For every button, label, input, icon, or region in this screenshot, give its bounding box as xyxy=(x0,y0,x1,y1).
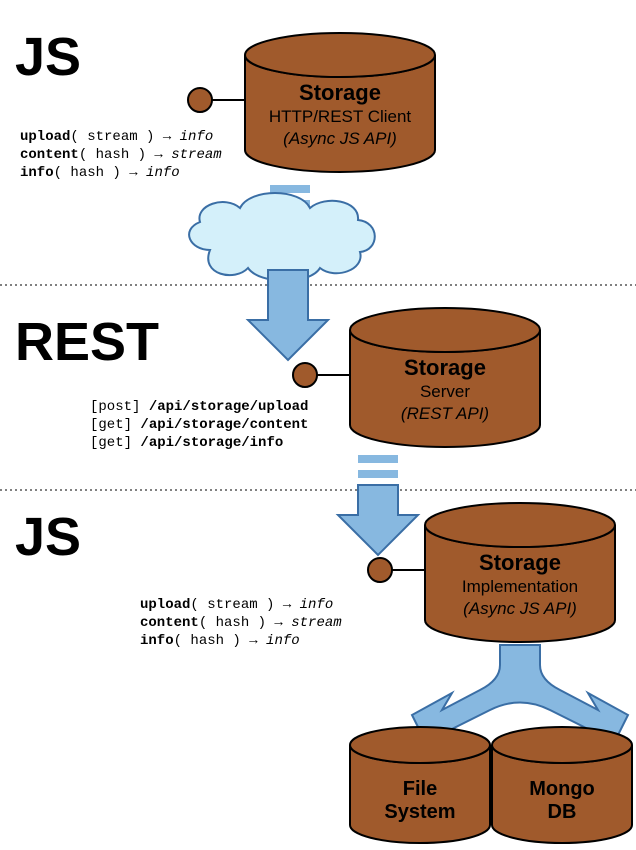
server-sub: Server xyxy=(420,382,470,401)
cylinder-server: Storage Server (REST API) xyxy=(350,308,540,447)
jsapi-top-row-0: upload( stream ) → info xyxy=(20,129,213,145)
cylinder-impl: Storage Implementation (Async JS API) xyxy=(425,503,615,642)
mongo-line2: DB xyxy=(548,801,577,823)
cloud-icon xyxy=(189,193,375,281)
restapi-row-0: [post] /api/storage/upload xyxy=(90,399,308,415)
server-api: (REST API) xyxy=(401,404,489,423)
arrow-cloud-to-server xyxy=(248,270,328,360)
restapi-row-2: [get] /api/storage/info xyxy=(90,435,283,451)
impl-sub: Implementation xyxy=(462,577,578,596)
server-title: Storage xyxy=(404,355,486,380)
jsapi-top-row-2: info( hash ) → info xyxy=(20,165,180,181)
client-title: Storage xyxy=(299,80,381,105)
server-connector-dot xyxy=(293,363,317,387)
cylinder-filesystem: File System xyxy=(350,727,490,843)
section-label-js-top: JS xyxy=(15,27,81,87)
cylinder-client: Storage HTTP/REST Client (Async JS API) xyxy=(245,33,435,172)
restapi-row-1: [get] /api/storage/content xyxy=(90,417,308,433)
client-sub: HTTP/REST Client xyxy=(269,107,412,126)
section-label-rest: REST xyxy=(15,312,159,372)
arrow-server-to-impl xyxy=(338,485,418,555)
fs-line2: System xyxy=(384,801,455,823)
jsapi-bottom-row-0: upload( stream ) → info xyxy=(140,597,333,613)
jsapi-bottom-row-1: content( hash ) → stream xyxy=(140,615,342,631)
fs-line1: File xyxy=(403,778,437,800)
jsapi-bottom-row-2b: info( hash ) → info xyxy=(140,633,300,649)
impl-api: (Async JS API) xyxy=(463,599,577,618)
cylinder-mongodb: Mongo DB xyxy=(492,727,632,843)
jsapi-top-row-1: content( hash ) → stream xyxy=(20,147,222,163)
restapi-block: [post] /api/storage/upload [get] /api/st… xyxy=(90,399,308,451)
bars-server-to-impl xyxy=(358,455,398,478)
client-connector-dot xyxy=(188,88,212,112)
client-api: (Async JS API) xyxy=(283,129,397,148)
section-label-js-bottom: JS xyxy=(15,507,81,567)
architecture-diagram: JS Storage HTTP/REST Client (Async JS AP… xyxy=(0,0,636,850)
impl-title: Storage xyxy=(479,550,561,575)
mongo-line1: Mongo xyxy=(529,778,595,800)
jsapi-top: upload( stream ) → info content( hash ) … xyxy=(20,129,222,181)
impl-connector-dot xyxy=(368,558,392,582)
